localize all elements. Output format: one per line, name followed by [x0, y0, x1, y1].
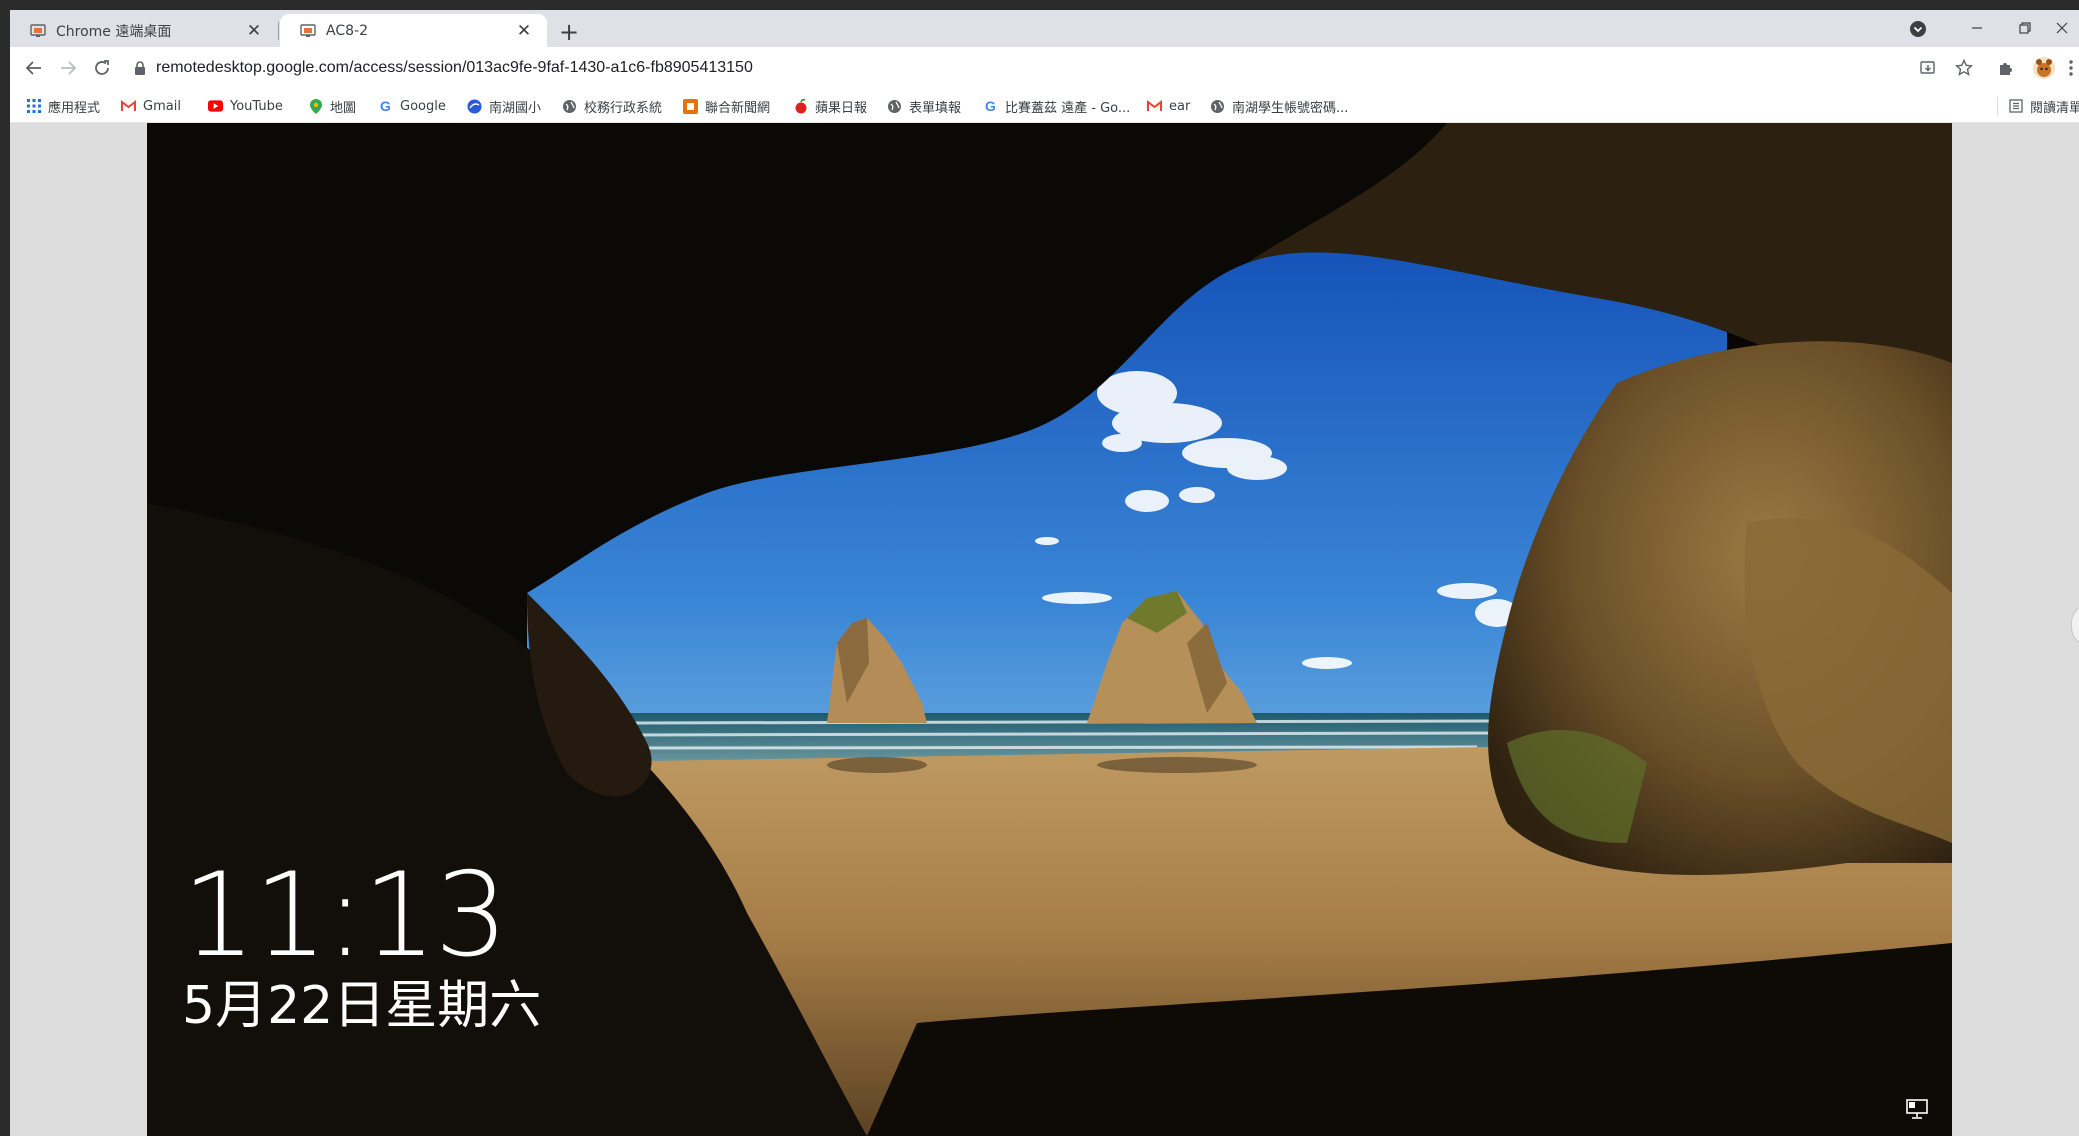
gmail-icon — [121, 99, 136, 114]
bookmark-maps[interactable]: 地圖 — [308, 97, 357, 116]
close-window-icon[interactable] — [2045, 14, 2079, 42]
bookmark-label: Gmail — [143, 98, 181, 114]
bookmark-student-accounts[interactable]: 南湖學生帳號密碼... — [1210, 97, 1349, 116]
tab-ac8-2[interactable]: AC8-2 ✕ — [280, 14, 547, 47]
bookmark-label: 蘋果日報 — [815, 100, 868, 116]
bookmark-apple-daily[interactable]: 蘋果日報 — [793, 97, 868, 116]
extensions-puzzle-icon[interactable] — [1996, 58, 2016, 78]
remote-desktop-screen[interactable]: 11:13 5月22日星期六 — [147, 123, 1952, 1136]
lock-screen-time: 11:13 — [182, 848, 508, 983]
tab-separator — [278, 22, 279, 40]
minimize-icon[interactable] — [1954, 14, 2000, 42]
bookmark-ear[interactable]: ear — [1147, 97, 1190, 115]
install-app-icon[interactable] — [1918, 58, 1938, 78]
remote-desktop-favicon-icon — [300, 23, 316, 39]
restore-icon[interactable] — [2002, 14, 2048, 42]
reading-list-icon — [2008, 99, 2023, 114]
new-tab-plus-icon[interactable]: + — [555, 18, 583, 46]
google-g-icon: G — [380, 98, 391, 114]
bookmark-google[interactable]: G Google — [378, 97, 446, 115]
maps-pin-icon — [308, 98, 323, 114]
bookmark-label: 表單填報 — [909, 100, 962, 116]
youtube-icon — [208, 99, 223, 114]
tab-close-icon[interactable]: ✕ — [243, 20, 265, 42]
udn-icon — [683, 98, 698, 114]
back-arrow-icon[interactable] — [20, 54, 48, 82]
bookmark-label: 校務行政系統 — [584, 100, 663, 116]
globe-icon — [1210, 99, 1225, 114]
bookmark-udn[interactable]: 聯合新聞網 — [683, 97, 771, 116]
remote-desktop-favicon-icon — [30, 23, 46, 39]
reload-icon[interactable] — [88, 54, 116, 82]
bookmark-label: 應用程式 — [48, 100, 101, 116]
bookmark-school-admin[interactable]: 校務行政系統 — [562, 97, 663, 116]
toolbar: remotedesktop.google.com/access/session/… — [10, 47, 2079, 89]
bookmark-label: Google — [400, 98, 446, 114]
reading-list-label: 閱讀清單 — [2030, 100, 2079, 116]
globe-icon — [887, 99, 902, 114]
session-options-handle[interactable] — [2071, 603, 2079, 647]
bookmarks-bar: 應用程式 Gmail YouTube 地圖 G Google 南湖國小 校務行政… — [10, 89, 2079, 123]
page-content: 11:13 5月22日星期六 — [10, 123, 2079, 1136]
chrome-menu-icon[interactable] — [2066, 58, 2076, 78]
bookmark-form-report[interactable]: 表單填報 — [887, 97, 962, 116]
tab-title: AC8-2 — [326, 22, 368, 39]
bookmark-apps[interactable]: 應用程式 — [26, 97, 101, 116]
globe-icon — [562, 99, 577, 114]
bookmark-nanhu-school[interactable]: 南湖國小 — [467, 97, 542, 116]
lock-icon[interactable] — [132, 60, 148, 76]
forward-arrow-icon[interactable] — [54, 54, 82, 82]
network-icon[interactable] — [1905, 1098, 1931, 1120]
profile-avatar-icon[interactable] — [2032, 56, 2056, 80]
bookmark-label: 比賽蓋茲 遠產 - Go... — [1005, 100, 1131, 116]
reading-list[interactable]: 閱讀清單 — [1997, 97, 2079, 116]
google-g-icon: G — [985, 98, 996, 114]
tab-search-chevron-icon[interactable] — [1909, 20, 1927, 38]
lock-screen-date: 5月22日星期六 — [182, 976, 542, 1036]
bookmark-label: ear — [1169, 98, 1191, 114]
tab-strip: Chrome 遠端桌面 ✕ AC8-2 ✕ + — [10, 10, 2079, 47]
bookmark-label: 南湖國小 — [489, 100, 542, 116]
school-logo-icon — [467, 99, 482, 114]
bookmark-competition[interactable]: G 比賽蓋茲 遠產 - Go... — [983, 97, 1131, 116]
bookmark-label: 南湖學生帳號密碼... — [1232, 100, 1349, 116]
tab-chrome-remote-desktop[interactable]: Chrome 遠端桌面 ✕ — [10, 14, 277, 47]
address-bar[interactable]: remotedesktop.google.com/access/session/… — [132, 53, 1992, 83]
bookmark-label: YouTube — [230, 98, 283, 114]
bookmark-label: 地圖 — [330, 100, 357, 116]
bookmark-gmail[interactable]: Gmail — [121, 97, 181, 115]
browser-window: Chrome 遠端桌面 ✕ AC8-2 ✕ + remotedesktop.go… — [10, 10, 2079, 1136]
bookmark-label: 聯合新聞網 — [705, 100, 771, 116]
gmail-icon — [1147, 99, 1162, 114]
url-text: remotedesktop.google.com/access/session/… — [156, 59, 753, 76]
apps-grid-icon — [26, 99, 41, 114]
bookmark-youtube[interactable]: YouTube — [208, 97, 283, 115]
tab-title: Chrome 遠端桌面 — [56, 23, 172, 40]
tab-close-icon[interactable]: ✕ — [513, 20, 535, 42]
apple-daily-icon — [793, 98, 808, 114]
bookmark-star-icon[interactable] — [1954, 58, 1974, 78]
